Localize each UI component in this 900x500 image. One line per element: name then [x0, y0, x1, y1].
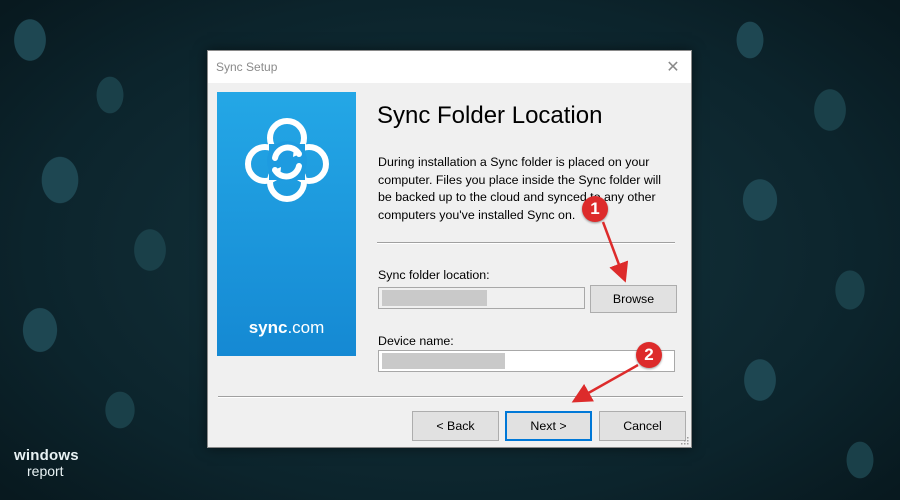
sync-folder-label: Sync folder location: — [378, 268, 490, 282]
device-name-label: Device name: — [378, 334, 454, 348]
sync-banner: sync.com — [217, 92, 356, 356]
cancel-button[interactable]: Cancel — [599, 411, 686, 441]
step-badge-1: 1 — [582, 196, 608, 222]
next-button[interactable]: Next > — [505, 411, 592, 441]
close-icon[interactable]: ✕ — [661, 55, 685, 79]
page-description: During installation a Sync folder is pla… — [378, 155, 662, 222]
browse-button[interactable]: Browse — [590, 285, 677, 313]
title-bar[interactable]: Sync Setup ✕ — [208, 51, 691, 83]
footer-separator — [218, 396, 683, 398]
back-button[interactable]: < Back — [412, 411, 499, 441]
windows-report-logo: windows report — [14, 448, 79, 478]
banner-brand-text: sync.com — [248, 318, 325, 337]
content-separator — [377, 242, 675, 244]
step-badge-2: 2 — [636, 342, 662, 368]
logo-line-windows: windows — [14, 447, 79, 464]
window-title: Sync Setup — [216, 60, 278, 74]
page-title: Sync Folder Location — [377, 102, 603, 129]
sync-cloud-logo-icon — [245, 118, 329, 202]
redacted-text — [382, 353, 505, 369]
logo-line-report: report — [27, 463, 64, 479]
resize-grip-icon[interactable] — [679, 435, 689, 445]
redacted-text — [382, 290, 487, 306]
device-name-field[interactable] — [378, 350, 675, 372]
sync-folder-field[interactable] — [378, 287, 585, 309]
sync-setup-dialog: Sync Setup ✕ sync.com Sync Folder Locati… — [207, 50, 692, 448]
